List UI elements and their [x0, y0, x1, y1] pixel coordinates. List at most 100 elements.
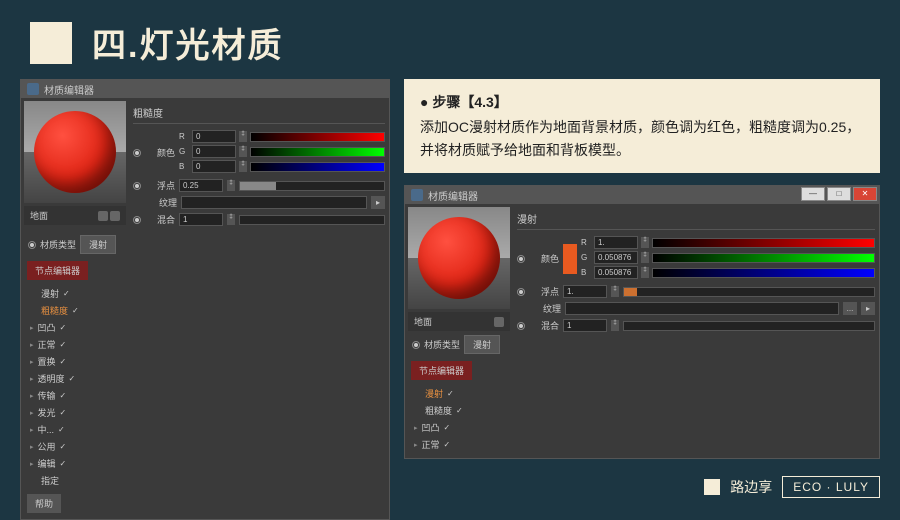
prop-label: 正常	[38, 338, 56, 351]
blend-slider[interactable]	[623, 321, 875, 331]
blend-slider[interactable]	[239, 215, 385, 225]
b-slider[interactable]	[250, 162, 385, 172]
spinner-icon[interactable]: ‡	[239, 161, 247, 172]
window-title: 材质编辑器	[44, 82, 94, 97]
check-icon: ✓	[72, 306, 79, 315]
browse-icon[interactable]: ▸	[371, 196, 385, 209]
window-title: 材质编辑器	[428, 188, 478, 203]
mat-type-dropdown[interactable]: 漫射	[464, 335, 500, 354]
color-swatch[interactable]	[563, 244, 577, 274]
float-slider[interactable]	[239, 181, 385, 191]
spinner-icon[interactable]: ‡	[641, 267, 649, 278]
arrow-icon[interactable]	[494, 317, 504, 327]
radio-icon	[517, 322, 525, 330]
step-text: 添加OC漫射材质作为地面背景材质，颜色调为红色，粗糙度调为0.25，并将材质赋予…	[420, 116, 864, 161]
app-icon	[27, 83, 39, 95]
prop-item-漫射[interactable]: 漫射✓	[26, 285, 124, 302]
spinner-icon[interactable]: ‡	[227, 214, 235, 225]
g-label: G	[179, 147, 189, 156]
check-icon: ✓	[447, 389, 454, 398]
expand-icon: ▸	[30, 375, 34, 383]
b-input[interactable]: 0	[192, 160, 236, 173]
window-titlebar[interactable]: 材质编辑器 — □ ✕	[405, 186, 879, 204]
prop-item-粗糙度[interactable]: 粗糙度✓	[26, 302, 124, 319]
radio-icon	[133, 216, 141, 224]
prop-item-正常[interactable]: ▸正常✓	[26, 336, 124, 353]
blend-input[interactable]: 1	[563, 319, 607, 332]
expand-icon: ▸	[414, 441, 418, 449]
b-slider[interactable]	[652, 268, 875, 278]
spinner-icon[interactable]: ‡	[611, 286, 619, 297]
step-title: ● 步骤【4.3】	[420, 91, 864, 113]
spinner-icon[interactable]: ‡	[239, 131, 247, 142]
maximize-button[interactable]: □	[827, 187, 851, 201]
texture-input[interactable]	[181, 196, 367, 209]
material-preview	[408, 207, 510, 309]
brand-badge: ECO · LULY	[782, 476, 880, 498]
close-button[interactable]: ✕	[853, 187, 877, 201]
radio-icon	[133, 149, 141, 157]
prop-item-粗糙度[interactable]: 粗糙度✓	[410, 402, 508, 419]
prop-item-发光[interactable]: ▸发光✓	[26, 404, 124, 421]
g-slider[interactable]	[652, 253, 875, 263]
color-label: 颜色	[145, 146, 175, 159]
b-input[interactable]: 0.050876	[594, 266, 638, 279]
prop-item-正常[interactable]: ▸正常✓	[410, 436, 508, 453]
float-label: 浮点	[145, 179, 175, 192]
arrow-icon[interactable]	[110, 211, 120, 221]
float-input[interactable]: 1.	[563, 285, 607, 298]
texture-label: 纹理	[531, 302, 561, 315]
prop-item-指定[interactable]: 指定	[26, 472, 124, 489]
spinner-icon[interactable]: ‡	[227, 180, 235, 191]
float-slider[interactable]	[623, 287, 875, 297]
check-icon: ✓	[63, 289, 70, 298]
minimize-button[interactable]: —	[801, 187, 825, 201]
property-list: 漫射✓粗糙度✓▸凹凸✓▸正常✓	[408, 383, 510, 455]
window-titlebar[interactable]: 材质编辑器	[21, 80, 389, 98]
material-name-field[interactable]: 地面	[24, 206, 126, 225]
r-slider[interactable]	[250, 132, 385, 142]
prop-item-中...[interactable]: ▸中...✓	[26, 421, 124, 438]
spinner-icon[interactable]: ‡	[611, 320, 619, 331]
mat-type-dropdown[interactable]: 漫射	[80, 235, 116, 254]
prop-item-凹凸[interactable]: ▸凹凸✓	[26, 319, 124, 336]
r-input[interactable]: 0	[192, 130, 236, 143]
prop-item-置换[interactable]: ▸置换✓	[26, 353, 124, 370]
help-button[interactable]: 帮助	[27, 494, 61, 513]
node-editor-button[interactable]: 节点编辑器	[411, 361, 472, 380]
prop-item-传输[interactable]: ▸传输✓	[26, 387, 124, 404]
check-icon: ✓	[60, 408, 67, 417]
check-icon: ✓	[60, 323, 67, 332]
prop-item-漫射[interactable]: 漫射✓	[410, 385, 508, 402]
lock-icon[interactable]	[98, 211, 108, 221]
prop-item-凹凸[interactable]: ▸凹凸✓	[410, 419, 508, 436]
r-input[interactable]: 1.	[594, 236, 638, 249]
node-editor-button[interactable]: 节点编辑器	[27, 261, 88, 280]
spinner-icon[interactable]: ‡	[641, 252, 649, 263]
texture-input[interactable]	[565, 302, 839, 315]
spinner-icon[interactable]: ‡	[641, 237, 649, 248]
g-input[interactable]: 0.050876	[594, 251, 638, 264]
spinner-icon[interactable]: ‡	[239, 146, 247, 157]
browse-icon[interactable]: ▸	[861, 302, 875, 315]
g-input[interactable]: 0	[192, 145, 236, 158]
browse-icon[interactable]: ...	[843, 302, 857, 315]
preview-sphere	[34, 111, 116, 193]
prop-item-透明度[interactable]: ▸透明度✓	[26, 370, 124, 387]
mat-type-label: 材质类型	[424, 338, 460, 351]
prop-item-编辑[interactable]: ▸编辑✓	[26, 455, 124, 472]
blend-input[interactable]: 1	[179, 213, 223, 226]
float-input[interactable]: 0.25	[179, 179, 223, 192]
material-name-field[interactable]: 地面	[408, 312, 510, 331]
property-list: 漫射✓粗糙度✓▸凹凸✓▸正常✓▸置换✓▸透明度✓▸传输✓▸发光✓▸中...✓▸公…	[24, 283, 126, 491]
radio-icon	[133, 182, 141, 190]
r-slider[interactable]	[652, 238, 875, 248]
g-slider[interactable]	[250, 147, 385, 157]
prop-label: 公用	[38, 440, 56, 453]
blend-label: 混合	[145, 213, 175, 226]
check-icon: ✓	[444, 440, 451, 449]
expand-icon: ▸	[30, 358, 34, 366]
r-label: R	[581, 238, 591, 247]
texture-label: 纹理	[147, 196, 177, 209]
prop-item-公用[interactable]: ▸公用✓	[26, 438, 124, 455]
